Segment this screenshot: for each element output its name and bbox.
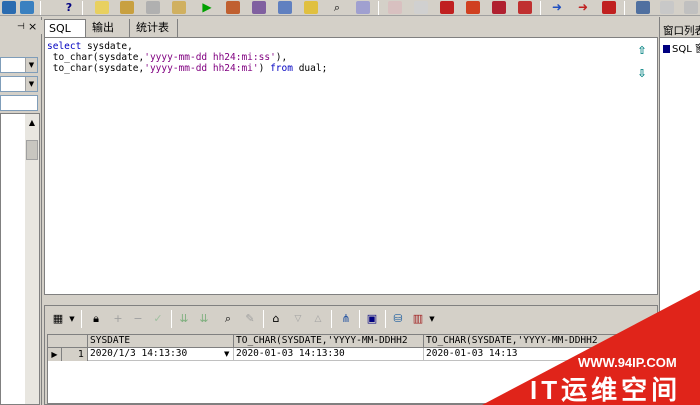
chevron-down-icon[interactable]: ▼ bbox=[425, 312, 439, 326]
arrow-right-blue-icon[interactable]: ➜ bbox=[550, 1, 564, 14]
arrow-up-icon[interactable]: ⇧ bbox=[635, 44, 649, 58]
arrow-right-red-icon[interactable]: ➜ bbox=[576, 1, 590, 14]
red-tool2-icon[interactable] bbox=[466, 1, 480, 14]
current-row-icon: ▶ bbox=[48, 348, 62, 361]
toolbar-separator bbox=[331, 310, 332, 328]
lock-icon[interactable] bbox=[304, 1, 318, 14]
fetch-last-icon[interactable]: ⇊ bbox=[197, 312, 211, 326]
tab-sql[interactable]: SQL bbox=[44, 19, 86, 37]
scroll-up-icon[interactable]: ▲ bbox=[25, 116, 39, 130]
column-header[interactable]: TO_CHAR(SYSDATE,'YYYY-MM-DDHH2 bbox=[234, 335, 424, 348]
red-tool4-icon[interactable] bbox=[518, 1, 532, 14]
paste-icon[interactable] bbox=[172, 1, 186, 14]
db2-icon[interactable] bbox=[20, 1, 34, 14]
next-icon[interactable]: △ bbox=[311, 312, 325, 326]
chevron-down-icon[interactable]: ▼ bbox=[25, 77, 37, 91]
help-icon[interactable]: ? bbox=[62, 1, 76, 14]
execute-icon[interactable]: ▶ bbox=[200, 1, 214, 14]
add-row-icon[interactable]: + bbox=[111, 312, 125, 326]
commit-icon[interactable] bbox=[226, 1, 240, 14]
scroll-thumb[interactable] bbox=[26, 140, 38, 160]
user-combo[interactable]: ▼ bbox=[0, 57, 38, 73]
toolbar-separator bbox=[359, 310, 360, 328]
exit-icon[interactable] bbox=[602, 1, 616, 14]
grid-icon[interactable] bbox=[356, 1, 370, 14]
new-doc-icon[interactable] bbox=[95, 1, 109, 14]
record-view-icon[interactable]: ⌂ bbox=[269, 312, 283, 326]
sql-code[interactable]: select sysdate, to_char(sysdate,'yyyy-mm… bbox=[47, 41, 327, 74]
toolbar-separator bbox=[82, 1, 83, 15]
post-icon[interactable]: ✓ bbox=[151, 312, 165, 326]
red-tool3-icon[interactable] bbox=[492, 1, 506, 14]
copy-icon[interactable] bbox=[146, 1, 160, 14]
table-cell[interactable]: 2020/1/3 14:13:30 bbox=[88, 348, 234, 361]
left-object-panel: ⊣ × ▼ ▼ ▲ bbox=[0, 17, 42, 405]
code-line-2: to_char(sysdate,'yyyy-mm-dd hh24:mi:ss')… bbox=[47, 52, 288, 63]
main-toolbar: ? ▶ ⌕ ➜ ➜ bbox=[0, 0, 700, 16]
find-icon[interactable]: ⌕ bbox=[221, 312, 235, 326]
editor-side-bar: ⇧ ⇩ bbox=[627, 38, 657, 294]
tab-output[interactable]: 输出 bbox=[88, 19, 130, 37]
chart-icon[interactable]: ▥ bbox=[411, 312, 425, 326]
column-header[interactable]: SYSDATE bbox=[88, 335, 234, 348]
toolbar-separator bbox=[378, 1, 379, 15]
row-indicator-header bbox=[48, 335, 88, 348]
tab-statistics[interactable]: 统计表 bbox=[132, 19, 178, 37]
watermark-url: WWW.94IP.COM bbox=[578, 355, 677, 370]
gray-tool2-icon[interactable] bbox=[684, 1, 698, 14]
explain-icon[interactable] bbox=[278, 1, 292, 14]
code-line-3: to_char(sysdate,'yyyy-mm-dd hh24:mi') fr… bbox=[47, 63, 328, 74]
toolbar-separator bbox=[385, 310, 386, 328]
toolbar-separator bbox=[40, 1, 41, 15]
delete-row-icon[interactable]: − bbox=[131, 312, 145, 326]
row-number: 1 bbox=[62, 348, 88, 361]
result-toolbar: ▦ ▼ 🔒︎ + − ✓ ⇊ ⇊ ⌕ ✎ ⌂ ▽ △ ⋔ ▣ ⛁ ▥ ▼ bbox=[45, 306, 657, 332]
sql-editor[interactable]: select sysdate, to_char(sysdate,'yyyy-mm… bbox=[44, 37, 658, 295]
eraser-icon[interactable] bbox=[414, 1, 428, 14]
grid-select-icon[interactable]: ▦ bbox=[51, 312, 65, 326]
brush-icon[interactable] bbox=[388, 1, 402, 14]
lock-icon[interactable]: 🔒︎ bbox=[89, 312, 103, 326]
toolbar-separator bbox=[540, 1, 541, 15]
db-icon[interactable] bbox=[2, 1, 16, 14]
export-icon[interactable]: ⛁ bbox=[391, 312, 405, 326]
table-cell[interactable]: 2020-01-03 14:13:30 bbox=[234, 348, 424, 361]
editor-result-splitter[interactable] bbox=[44, 296, 658, 304]
fetch-next-icon[interactable]: ⇊ bbox=[177, 312, 191, 326]
arrow-down-icon[interactable]: ⇩ bbox=[635, 67, 649, 81]
open-doc-icon[interactable] bbox=[120, 1, 134, 14]
clear-icon[interactable]: ✎ bbox=[243, 312, 257, 326]
prev-icon[interactable]: ▽ bbox=[291, 312, 305, 326]
watermark-logo: IT运维空间 bbox=[530, 375, 682, 405]
vertical-scrollbar[interactable]: ▲ bbox=[25, 114, 39, 404]
chevron-down-icon[interactable]: ▼ bbox=[65, 312, 79, 326]
chevron-down-icon[interactable]: ▼ bbox=[25, 58, 37, 72]
object-list[interactable]: ▲ bbox=[0, 113, 40, 405]
toolbar-separator bbox=[171, 310, 172, 328]
red-tool-icon[interactable] bbox=[440, 1, 454, 14]
toolbar-separator bbox=[81, 310, 82, 328]
object-type-combo[interactable]: ▼ bbox=[0, 76, 38, 92]
toolbar-separator bbox=[263, 310, 264, 328]
close-icon[interactable]: × bbox=[28, 20, 37, 33]
list-item[interactable]: SQL 窗 bbox=[663, 40, 700, 55]
toolbar-separator bbox=[624, 1, 625, 15]
cell-dropdown-icon[interactable]: ▼ bbox=[224, 348, 229, 361]
table-row[interactable]: ▶ 1 2020/1/3 14:13:30 ▼ 2020-01-03 14:13… bbox=[48, 348, 654, 361]
left-panel-header: ⊣ × bbox=[0, 20, 42, 34]
find-icon[interactable]: ⌕ bbox=[330, 1, 344, 14]
query-by-example-icon[interactable]: ⋔ bbox=[339, 312, 353, 326]
window-list-icon[interactable] bbox=[636, 1, 650, 14]
sql-window-icon bbox=[663, 45, 670, 53]
filter-input[interactable] bbox=[0, 95, 38, 111]
save-icon[interactable]: ▣ bbox=[365, 312, 379, 326]
pin-icon[interactable]: ⊣ bbox=[17, 22, 25, 32]
panel-title: 窗口列表 bbox=[663, 25, 700, 37]
grid-header: SYSDATE TO_CHAR(SYSDATE,'YYYY-MM-DDHH2 T… bbox=[48, 335, 654, 348]
rollback-icon[interactable] bbox=[252, 1, 266, 14]
code-line-1: select sysdate, bbox=[47, 41, 133, 52]
gray-tool-icon[interactable] bbox=[660, 1, 674, 14]
